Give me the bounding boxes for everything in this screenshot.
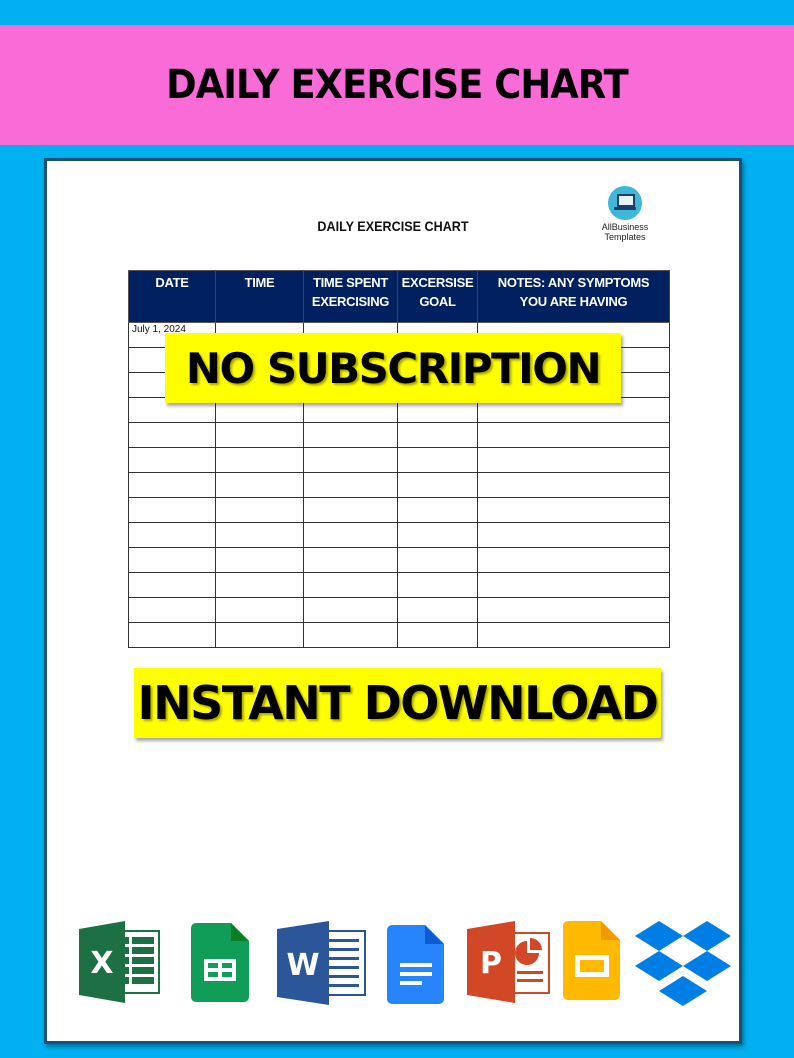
column-header-line: GOAL xyxy=(419,294,456,309)
svg-text:P: P xyxy=(480,946,502,981)
document-preview: DAILY EXERCISE CHART AllBusiness Templat… xyxy=(44,158,742,1044)
table-row xyxy=(128,572,670,598)
table-cell[interactable] xyxy=(303,547,398,573)
table-cell[interactable] xyxy=(215,622,304,648)
instant-download-badge: INSTANT DOWNLOAD xyxy=(134,668,661,738)
table-cell[interactable] xyxy=(128,547,216,573)
table-cell[interactable] xyxy=(128,447,216,473)
table-cell[interactable] xyxy=(215,572,304,598)
column-header-line: NOTES: ANY SYMPTOMS xyxy=(497,275,650,290)
table-row xyxy=(128,622,670,648)
table-cell[interactable] xyxy=(397,422,478,448)
table-cell[interactable] xyxy=(128,422,216,448)
banner-title: DAILY EXERCISE CHART xyxy=(166,62,629,108)
table-cell[interactable] xyxy=(397,497,478,523)
table-cell[interactable] xyxy=(303,622,398,648)
dropbox-icon xyxy=(635,921,731,1006)
table-cell[interactable] xyxy=(215,472,304,498)
table-cell[interactable] xyxy=(477,597,670,623)
table-cell[interactable] xyxy=(477,422,670,448)
svg-text:X: X xyxy=(90,946,113,981)
table-cell[interactable] xyxy=(128,597,216,623)
column-header-line: EXCERSISE xyxy=(401,275,474,290)
word-icon: W xyxy=(277,921,366,1005)
column-header: TIME xyxy=(215,270,304,323)
table-cell[interactable] xyxy=(303,522,398,548)
table-row xyxy=(128,522,670,548)
table-row xyxy=(128,597,670,623)
column-header: TIME SPENT EXERCISING xyxy=(303,270,398,323)
table-row xyxy=(128,472,670,498)
no-subscription-badge: NO SUBSCRIPTION xyxy=(165,333,621,403)
table-cell[interactable] xyxy=(128,622,216,648)
table-cell[interactable] xyxy=(477,522,670,548)
title-banner: DAILY EXERCISE CHART xyxy=(0,25,794,145)
table-cell[interactable] xyxy=(303,472,398,498)
table-cell[interactable] xyxy=(477,472,670,498)
column-header-line: YOU ARE HAVING xyxy=(519,294,628,309)
google-docs-icon xyxy=(387,925,444,1004)
table-row xyxy=(128,547,670,573)
column-header-line: EXERCISING xyxy=(311,294,390,309)
column-header-line: TIME SPENT xyxy=(312,275,388,290)
table-cell[interactable] xyxy=(128,522,216,548)
table-cell[interactable] xyxy=(128,572,216,598)
table-cell[interactable] xyxy=(477,547,670,573)
table-cell[interactable] xyxy=(397,522,478,548)
table-cell[interactable] xyxy=(303,572,398,598)
table-cell[interactable] xyxy=(397,472,478,498)
powerpoint-icon: P xyxy=(467,921,550,1003)
table-cell[interactable] xyxy=(215,497,304,523)
brand-name: AllBusiness Templates xyxy=(595,222,655,242)
table-row xyxy=(128,497,670,523)
table-cell[interactable] xyxy=(477,622,670,648)
svg-text:W: W xyxy=(286,948,319,983)
table-row xyxy=(128,447,670,473)
table-cell[interactable] xyxy=(477,447,670,473)
table-cell[interactable] xyxy=(397,597,478,623)
table-cell[interactable] xyxy=(303,447,398,473)
table-cell[interactable] xyxy=(303,422,398,448)
column-header-line: DATE xyxy=(155,275,189,290)
table-row xyxy=(128,422,670,448)
column-header: NOTES: ANY SYMPTOMS YOU ARE HAVING xyxy=(477,270,670,323)
table-cell[interactable] xyxy=(397,547,478,573)
brand-logo: AllBusiness Templates xyxy=(595,186,655,242)
brand-line-2: Templates xyxy=(604,232,646,242)
table-cell[interactable] xyxy=(215,447,304,473)
column-header: EXCERSISE GOAL xyxy=(397,270,478,323)
table-cell[interactable] xyxy=(128,472,216,498)
table-cell[interactable] xyxy=(215,597,304,623)
table-cell[interactable] xyxy=(397,572,478,598)
laptop-icon xyxy=(608,186,642,220)
table-cell[interactable] xyxy=(397,447,478,473)
google-slides-icon xyxy=(563,921,620,1000)
table-cell[interactable] xyxy=(303,597,398,623)
table-cell[interactable] xyxy=(397,622,478,648)
brand-line-1: AllBusiness xyxy=(601,222,649,232)
table-cell[interactable] xyxy=(128,497,216,523)
app-icons-row: X W P xyxy=(47,919,739,1029)
excel-icon: X xyxy=(79,921,160,1003)
table-cell[interactable] xyxy=(477,572,670,598)
column-header: DATE xyxy=(128,270,216,323)
exercise-table: DATE TIME TIME SPENT EXERCISING EXCERSISE GOA… xyxy=(128,270,670,648)
google-sheets-icon xyxy=(191,923,249,1002)
table-cell[interactable] xyxy=(477,497,670,523)
table-cell[interactable] xyxy=(215,422,304,448)
table-cell[interactable] xyxy=(215,547,304,573)
column-header-line: TIME xyxy=(244,275,275,290)
table-cell[interactable] xyxy=(303,497,398,523)
table-cell[interactable] xyxy=(215,522,304,548)
